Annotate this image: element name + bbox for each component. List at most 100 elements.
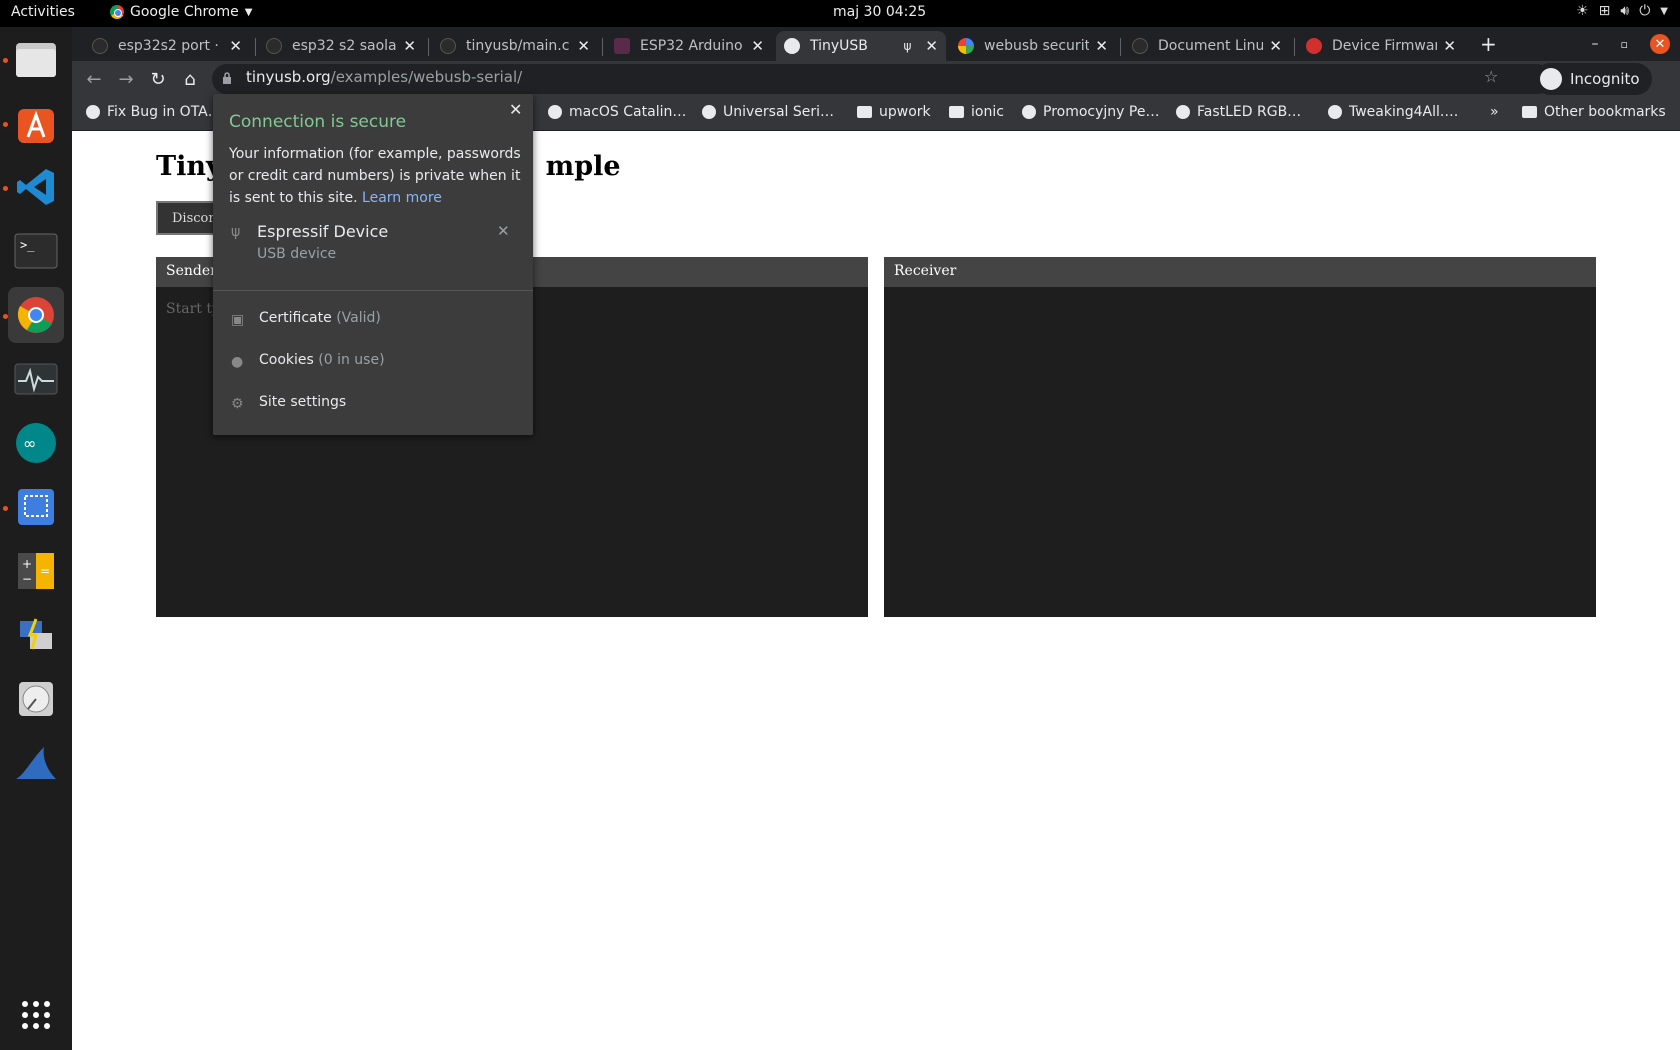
power-icon: ⏻ xyxy=(1639,3,1651,19)
tab-title: tinyusb/main.c a xyxy=(466,38,572,54)
tab-separator xyxy=(602,38,603,56)
app-menu[interactable]: Google Chrome ▼ xyxy=(110,4,252,20)
other-bookmarks[interactable]: Other bookmarks xyxy=(1522,104,1666,120)
certificate-label: Certificate xyxy=(259,310,332,326)
device-type: USB device xyxy=(257,246,337,262)
bookmark-label: Universal Seri… xyxy=(723,104,835,120)
bookmark-item[interactable]: Universal Seri… xyxy=(702,104,834,120)
system-monitor-icon[interactable] xyxy=(8,351,64,407)
usb-icon: ψ xyxy=(903,39,912,53)
close-icon[interactable]: ✕ xyxy=(577,37,590,55)
window-controls: – ▫ ✕ xyxy=(1592,27,1680,61)
bookmark-label: Promocyjny Pe… xyxy=(1043,104,1160,120)
chrome-dock-icon[interactable] xyxy=(8,287,64,343)
wireshark-icon[interactable] xyxy=(8,735,64,791)
bookmark-star-icon[interactable]: ☆ xyxy=(1484,67,1498,86)
close-icon[interactable]: ✕ xyxy=(229,37,242,55)
bookmark-label: Fix Bug in OTA… xyxy=(107,104,222,120)
vscode-icon[interactable] xyxy=(8,159,64,215)
volume-icon: 🔊︎ xyxy=(1620,3,1630,19)
cookies-item[interactable]: ● Cookies (0 in use) xyxy=(213,342,533,382)
tab-title: esp32 s2 saola d xyxy=(292,38,397,54)
tab[interactable]: tinyusb/main.c a ✕ xyxy=(432,31,598,61)
tab-active[interactable]: TinyUSB ψ ✕ xyxy=(776,31,946,61)
tab[interactable]: Device Firmwar ✕ xyxy=(1298,31,1464,61)
home-icon[interactable]: ⌂ xyxy=(178,67,202,91)
github-icon xyxy=(440,38,456,54)
tab[interactable]: ESP32 Arduino ✕ xyxy=(606,31,772,61)
clock[interactable]: maj 30 04:25 xyxy=(833,4,926,20)
receiver-output xyxy=(884,287,1596,617)
minimize-icon[interactable]: – xyxy=(1592,36,1599,52)
software-center-icon[interactable] xyxy=(8,95,64,151)
url-text[interactable]: tinyusb.org/examples/webusb-serial/ xyxy=(246,68,522,86)
back-icon[interactable]: ← xyxy=(82,67,106,91)
certificate-status: (Valid) xyxy=(336,310,381,326)
close-icon[interactable]: ✕ xyxy=(403,37,416,55)
bookmarks-overflow-button[interactable]: » xyxy=(1490,104,1499,120)
cookie-icon: ● xyxy=(231,354,244,370)
arduino-icon[interactable]: ∞ xyxy=(8,415,64,471)
tab-title: TinyUSB xyxy=(810,38,868,54)
incognito-indicator[interactable]: Incognito xyxy=(1534,63,1652,95)
folder-icon xyxy=(949,106,964,118)
window-close-icon[interactable]: ✕ xyxy=(1650,34,1670,54)
device-name: Espressif Device xyxy=(257,222,389,241)
tab[interactable]: esp32s2 port · Is ✕ xyxy=(84,31,250,61)
close-icon[interactable]: ✕ xyxy=(1269,37,1282,55)
page-title-end: mple xyxy=(545,151,621,182)
bookmark-label: upwork xyxy=(879,104,931,120)
bookmark-label: macOS Catalin… xyxy=(569,104,687,120)
activities-button[interactable]: Activities xyxy=(11,4,75,20)
tab-separator xyxy=(255,38,256,56)
receiver-panel: Receiver xyxy=(884,257,1596,617)
tab[interactable]: Document Linu ✕ xyxy=(1124,31,1290,61)
bookmark-item[interactable]: macOS Catalin… xyxy=(548,104,686,120)
certificate-item[interactable]: ▣ Certificate (Valid) xyxy=(213,300,533,340)
brightness-icon: ☀ xyxy=(1576,3,1589,19)
system-tray[interactable]: ☀ ⊞ 🔊︎ ⏻ ▼ xyxy=(1576,3,1668,19)
show-applications-icon[interactable] xyxy=(8,987,64,1043)
globe-icon xyxy=(1176,105,1190,119)
popup-title: Connection is secure xyxy=(229,112,407,132)
files-icon[interactable] xyxy=(8,31,64,87)
tab-strip: esp32s2 port · Is ✕ esp32 s2 saola d ✕ t… xyxy=(72,27,1680,61)
remove-device-icon[interactable]: ✕ xyxy=(497,222,510,240)
lock-icon[interactable] xyxy=(222,72,232,84)
close-icon[interactable]: ✕ xyxy=(925,37,938,55)
close-icon[interactable]: ✕ xyxy=(1095,37,1108,55)
svg-text:−: − xyxy=(22,572,32,586)
github-icon xyxy=(92,38,108,54)
terminal-icon[interactable]: >_ xyxy=(8,223,64,279)
screenshot-icon[interactable] xyxy=(8,479,64,535)
tab-title: Device Firmwar xyxy=(1332,38,1438,54)
tab-title: esp32s2 port · Is xyxy=(118,38,224,54)
close-icon[interactable]: ✕ xyxy=(509,100,522,119)
site-settings-item[interactable]: ⚙ Site settings xyxy=(213,384,533,424)
usb-icon: ψ xyxy=(231,224,241,240)
close-icon[interactable]: ✕ xyxy=(1443,37,1456,55)
maximize-icon[interactable]: ▫ xyxy=(1621,38,1628,51)
site-info-popup: Connection is secure ✕ Your information … xyxy=(213,94,533,435)
bookmark-item[interactable]: Fix Bug in OTA… xyxy=(86,104,222,120)
bookmark-item[interactable]: Tweaking4All.… xyxy=(1328,104,1458,120)
page-title-start: Tiny xyxy=(156,151,222,182)
forward-icon[interactable]: → xyxy=(114,67,138,91)
new-tab-icon[interactable]: + xyxy=(1480,32,1497,56)
globe-icon xyxy=(1328,105,1342,119)
bookmark-item[interactable]: Promocyjny Pe… xyxy=(1022,104,1159,120)
tab[interactable]: webusb security ✕ xyxy=(950,31,1116,61)
remote-desktop-icon[interactable] xyxy=(8,607,64,663)
bookmark-label: Tweaking4All.… xyxy=(1349,104,1459,120)
disk-utility-icon[interactable] xyxy=(8,671,64,727)
calculator-icon[interactable]: + − = xyxy=(8,543,64,599)
bookmark-item[interactable]: upwork xyxy=(857,104,931,120)
tab[interactable]: esp32 s2 saola d ✕ xyxy=(258,31,424,61)
bookmark-item[interactable]: FastLED RGB… xyxy=(1176,104,1301,120)
reload-icon[interactable]: ↻ xyxy=(146,67,170,91)
app-menu-label: Google Chrome xyxy=(130,4,239,20)
learn-more-link[interactable]: Learn more xyxy=(362,190,442,206)
bookmark-item[interactable]: ionic xyxy=(949,104,1004,120)
caret-down-icon: ▼ xyxy=(244,6,253,18)
close-icon[interactable]: ✕ xyxy=(751,37,764,55)
